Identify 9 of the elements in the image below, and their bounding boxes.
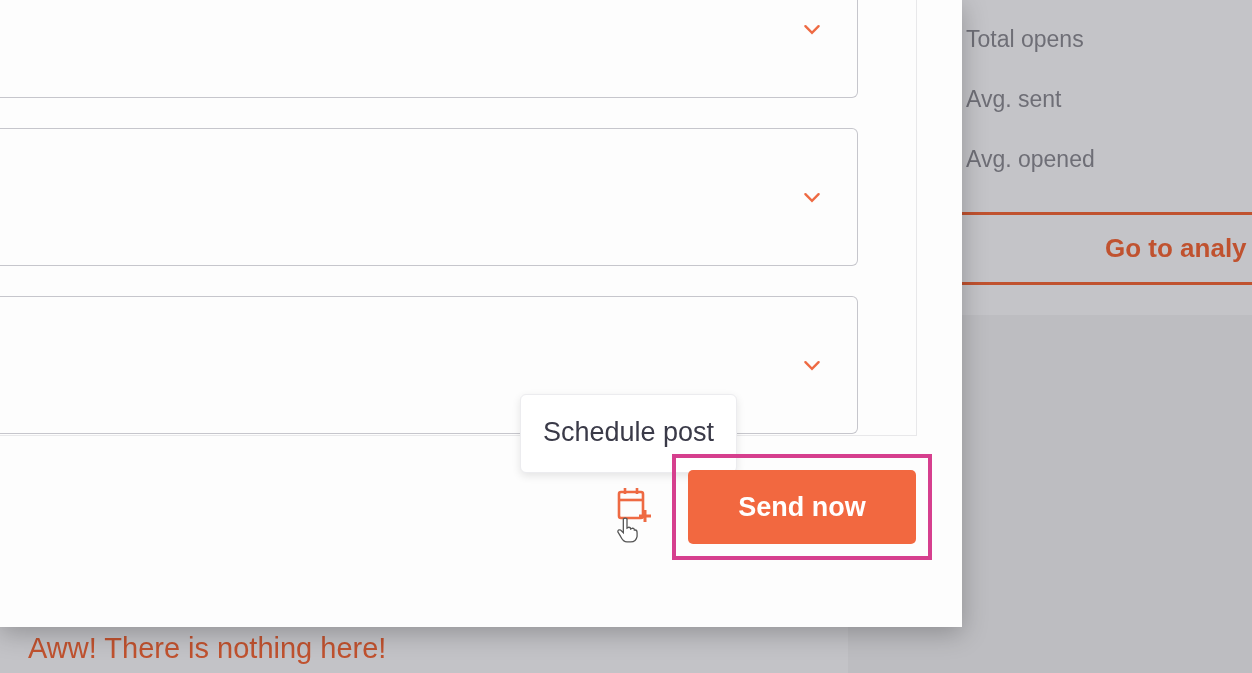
stat-label: Avg. sent <box>965 85 1063 114</box>
dropdown-field[interactable] <box>0 128 858 266</box>
dropdown-field[interactable] <box>0 0 858 98</box>
send-now-button[interactable]: Send now <box>688 470 916 544</box>
stat-label: Total opens <box>965 25 1085 54</box>
pointer-hand-icon <box>616 516 638 544</box>
stat-label: Avg. opened <box>965 145 1096 174</box>
tooltip: Schedule post <box>520 394 738 473</box>
empty-message: Aww! There is nothing here! <box>27 632 388 666</box>
